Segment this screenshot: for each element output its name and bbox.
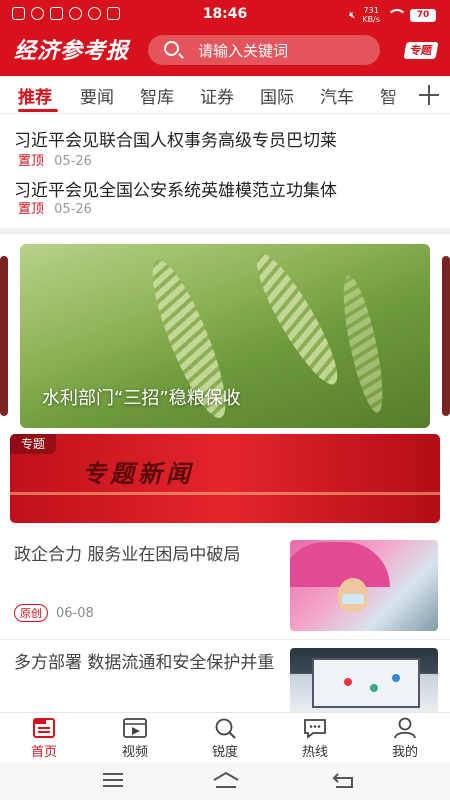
status-indicators: 🔇︎ 731 KB/s 70 (349, 6, 436, 24)
tab-think-tank[interactable]: 智库 (140, 83, 174, 108)
nav-profile[interactable]: 我的 (375, 717, 435, 760)
news-title: 政企合力 服务业在困局中破局 (14, 545, 241, 565)
nav-hotline[interactable]: 热线 (285, 717, 345, 760)
news-list-item[interactable]: 多方部署 数据流通和安全保护并重 (0, 648, 450, 712)
umbrella-image (290, 542, 390, 587)
bottom-navigation: 首页 视频 锐度 热线 我的 (0, 712, 450, 762)
video-icon (122, 717, 148, 739)
tab-recommend[interactable]: 推荐 (18, 83, 52, 108)
banner-caption: 水利部门“三招”稳粮保收 (42, 388, 241, 409)
face-mask-image (342, 594, 364, 604)
presentation-screen-image (312, 658, 420, 708)
pinned-news-meta: 置顶 05-26 (18, 198, 92, 217)
nav-home[interactable]: 首页 (14, 717, 74, 760)
tab-securities[interactable]: 证券 (200, 83, 234, 108)
back-icon[interactable] (330, 770, 356, 790)
carousel-prev-card[interactable] (0, 256, 8, 416)
news-thumbnail (290, 540, 438, 631)
tab-more-partial[interactable]: 智 (380, 83, 397, 108)
wheat-image (335, 272, 391, 416)
special-topic-title: 专题新闻 (82, 459, 194, 488)
news-icon (31, 717, 57, 739)
net-speed: 731 KB/s (362, 6, 380, 24)
nav-insight-label: 锐度 (211, 745, 238, 760)
tab-international[interactable]: 国际 (260, 83, 294, 108)
chart-dot (392, 674, 400, 682)
status-bar: 18:46 🔇︎ 731 KB/s 70 (0, 0, 450, 28)
nav-video-label: 视频 (121, 745, 148, 760)
search-bar[interactable]: 请输入关键词 (148, 35, 380, 65)
topic-button[interactable]: 专题 (403, 42, 439, 59)
search-placeholder: 请输入关键词 (198, 42, 289, 60)
search-icon (164, 41, 179, 56)
net-speed-unit: KB/s (362, 15, 380, 24)
user-icon (392, 717, 418, 739)
chart-dot (344, 678, 352, 686)
carousel-next-card[interactable] (442, 256, 450, 416)
app-header: 18:46 🔇︎ 731 KB/s 70 经济参考报 请输入关键词 专题 (0, 0, 450, 76)
pinned-date: 05-26 (54, 154, 92, 169)
pinned-news-title: 习近平会见联合国人权事务高级专员巴切莱 (14, 131, 337, 151)
search-icon (212, 717, 238, 739)
chat-icon (302, 717, 328, 739)
pinned-news-meta: 置顶 05-26 (18, 150, 92, 169)
news-title: 多方部署 数据流通和安全保护并重 (14, 653, 275, 673)
category-tabs: 推荐 要闻 智库 证券 国际 汽车 智 (0, 76, 450, 114)
special-topic-tag: 专题 (10, 434, 56, 454)
special-topic-banner[interactable]: 专题 专题新闻 (10, 434, 440, 523)
mute-icon: 🔇︎ (349, 9, 356, 21)
news-list-item[interactable]: 政企合力 服务业在困局中破局 原创 06-08 (0, 540, 450, 640)
pinned-date: 05-26 (54, 202, 92, 217)
news-thumbnail (290, 648, 438, 712)
news-meta: 原创 06-08 (14, 604, 94, 622)
wheat-image (244, 245, 350, 393)
net-speed-value: 731 (363, 6, 379, 15)
banner-slide[interactable]: 水利部门“三招”稳粮保收 (20, 244, 430, 428)
nav-home-label: 首页 (30, 745, 57, 760)
app-logo[interactable]: 经济参考报 (14, 33, 129, 65)
add-channel-button[interactable] (406, 76, 450, 113)
app-screen: 18:46 🔇︎ 731 KB/s 70 经济参考报 请输入关键词 专题 推荐 … (0, 0, 450, 800)
nav-video[interactable]: 视频 (105, 717, 165, 760)
nav-hotline-label: 热线 (301, 745, 328, 760)
wifi-icon (387, 9, 407, 21)
news-date: 06-08 (56, 605, 94, 621)
system-navigation-bar (0, 762, 450, 800)
menu-icon[interactable] (100, 770, 126, 790)
battery-icon: 70 (410, 8, 436, 22)
nav-insight[interactable]: 锐度 (195, 717, 255, 760)
pinned-tag: 置顶 (18, 154, 45, 169)
banner-carousel[interactable]: 水利部门“三招”稳粮保收 (0, 228, 450, 428)
home-icon[interactable] (212, 770, 239, 790)
nav-profile-label: 我的 (391, 745, 418, 760)
tab-auto[interactable]: 汽车 (320, 83, 354, 108)
tab-headlines[interactable]: 要闻 (80, 83, 114, 108)
pinned-tag: 置顶 (18, 202, 45, 217)
original-badge: 原创 (14, 604, 48, 622)
active-tab-indicator (18, 109, 58, 112)
chart-dot (370, 684, 378, 692)
decorative-stripe (10, 492, 440, 495)
